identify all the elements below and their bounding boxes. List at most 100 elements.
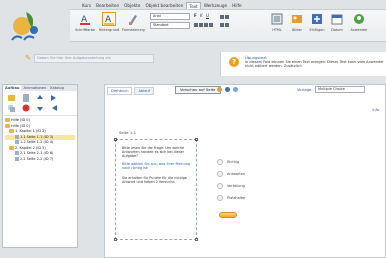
tree-item-label: 2.1 Seite 2-1 (ID 6) [20,151,54,155]
answer-option[interactable]: Richtig [217,159,239,165]
template-select[interactable]: Multiple Choice [315,86,365,93]
insert-icon [312,14,322,24]
user-icon [354,14,364,24]
tree-toolbar [3,91,77,115]
tab-aufbau[interactable]: Aufbau [3,85,22,91]
indent-buttons [220,23,229,27]
format-brush-label: Formatierung [122,28,145,32]
preview-page-button[interactable]: Vorschau auf Seite [175,86,221,94]
folder-icon [5,123,10,128]
page-icon [15,151,19,155]
app-logo-icon [11,12,38,41]
align-justify-icon[interactable] [209,23,213,27]
course-tree: Hilfe (ID 0) Hilfe (ID 0) 1. Kapitel 1 (… [3,115,77,164]
insert-label: Einfügen [309,28,325,32]
move-right-icon[interactable] [49,94,59,102]
date-button[interactable]: Datum [326,13,348,32]
tree-item-label: 2.2 Seite 2-2 (ID 7) [20,156,54,161]
numbered-list-icon[interactable] [225,15,229,19]
resize-handle[interactable] [195,138,198,141]
task-instruction-input[interactable]: Geben Sie hier Ihre Aufgabenstellung ein [34,54,154,63]
align-center-icon[interactable] [199,23,203,27]
paragraph-style-select[interactable]: Standard [150,22,190,29]
answer-label: Platzhalter [227,196,246,200]
move-left-icon[interactable] [49,104,59,112]
answer-radio[interactable] [217,195,223,201]
italic-button[interactable]: K [200,13,203,18]
date-icon [331,14,343,25]
template-label: Vorlage: [297,87,313,92]
tab-katalog[interactable]: Katalog [48,85,66,91]
list-buttons [220,15,229,19]
answer-radio[interactable] [217,159,223,165]
ribbon-toolbar: A Schriftfarbe A Hintergrund Formatierun… [70,9,386,42]
folder-icon [9,129,14,133]
html-label: HTML [272,28,282,32]
answer-radio[interactable] [217,171,223,177]
image-button[interactable]: Bilder [286,13,308,32]
help-text: In diesem Feld können Sie einen Text anl… [245,60,384,68]
answer-label: Verteilung [227,184,245,188]
answer-option[interactable]: Verteilung [217,183,245,189]
question-paragraph: Bitte wählen Sie aus, was Ihrer Meinung … [122,162,191,171]
view-icon[interactable] [233,87,238,92]
tree-item-label: 1. Kapitel 1 (ID 2) [15,129,46,133]
html-button[interactable]: HTML [266,13,288,32]
font-color-icon: A [80,15,90,25]
format-brush-button[interactable]: Formatierung [122,13,145,32]
image-icon [292,15,302,23]
resize-handle[interactable] [195,238,198,241]
font-family-select[interactable]: Arial [150,13,190,20]
user-button[interactable]: Anwender [348,13,370,32]
info-link[interactable]: Info [372,108,379,112]
bullet-list-icon[interactable] [220,15,224,19]
new-page-icon[interactable] [21,94,31,102]
delete-icon[interactable] [21,104,31,112]
help-panel: ? Übungstext In diesem Feld können Sie e… [220,52,386,76]
structure-panel: Aufbau Animationen Katalog Hilfe (ID 0) … [2,84,78,248]
resize-handle[interactable] [114,138,117,141]
tree-item[interactable]: 2.2 Seite 2-2 (ID 7) [5,156,75,163]
question-paragraph: Bitte lesen Sie die Frage: Um welche Ant… [122,146,185,159]
underline-button[interactable]: U [206,13,209,18]
move-down-icon[interactable] [35,104,45,112]
settings-icon[interactable] [217,87,222,92]
indent-less-icon[interactable] [220,23,224,27]
image-label: Bilder [292,28,302,32]
font-color-label: Schriftfarbe [75,28,95,32]
submit-answer-button[interactable] [219,212,237,218]
background-label: Hintergrund [98,28,120,32]
task-icon: ✎ [25,54,31,62]
background-icon: A [103,13,115,25]
tab-ablauf[interactable]: Ablauf [134,87,154,95]
background-button[interactable]: A Hintergrund [98,13,120,32]
indent-more-icon[interactable] [225,23,229,27]
resize-handle[interactable] [114,238,117,241]
tab-drehbuch[interactable]: Drehbuch [107,87,133,95]
help-icon: ? [229,57,239,67]
page-icon [15,140,19,144]
align-left-icon[interactable] [194,23,198,27]
tree-item-label: 2. Kapitel 2 (ID 5) [15,145,46,150]
tab-animationen[interactable]: Animationen [21,85,48,91]
answer-label: Richtig [227,160,240,164]
question-text-frame[interactable]: Bitte lesen Sie die Frage: Um welche Ant… [114,138,198,241]
insert-button[interactable]: Einfügen [306,13,328,32]
question-paragraph: Sie erhalten für Punkte für die richtige… [122,176,187,185]
align-right-icon[interactable] [204,23,208,27]
answer-radio[interactable] [217,183,223,189]
user-label: Anwender [350,28,368,32]
answer-option[interactable]: Antworten [217,171,245,177]
page-editor: Drehbuch Ablauf Vorschau auf Seite Vorla… [104,84,386,258]
copy-icon[interactable] [7,104,17,112]
align-buttons [194,23,213,27]
font-color-button[interactable]: A Schriftfarbe [74,13,96,32]
refresh-icon[interactable] [225,87,230,92]
move-up-icon[interactable] [35,94,45,102]
bold-button[interactable]: F [194,13,197,18]
folder-icon [9,145,14,150]
answer-option[interactable]: Platzhalter [217,195,246,201]
editor-tabs: Drehbuch Ablauf [107,87,154,95]
new-chapter-icon[interactable] [7,94,17,102]
page-title: Seite 1-1 [119,130,137,135]
